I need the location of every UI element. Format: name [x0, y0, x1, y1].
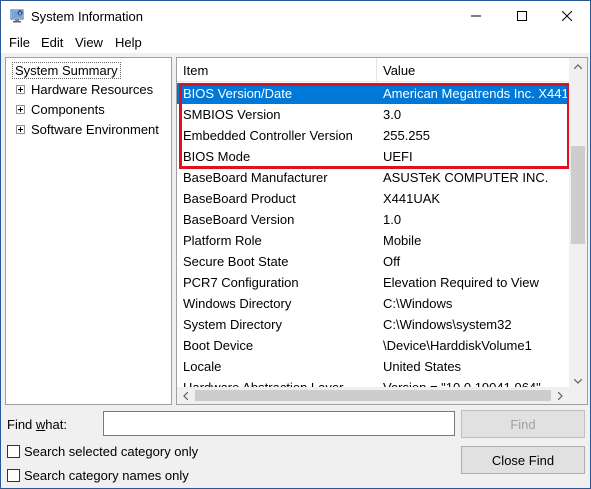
- table-row[interactable]: Embedded Controller Version 255.255: [177, 125, 569, 146]
- search-category-names-option[interactable]: Search category names only: [7, 468, 189, 483]
- row-value-cell: \Device\HarddiskVolume1: [383, 338, 532, 353]
- vertical-scroll-thumb[interactable]: [571, 146, 585, 244]
- row-value-cell: Mobile: [383, 233, 422, 248]
- chevron-left-icon: [183, 391, 188, 400]
- find-label-suffix: hat:: [45, 417, 67, 432]
- row-item-cell: BaseBoard Manufacturer: [183, 170, 328, 185]
- expand-icon[interactable]: [16, 105, 25, 114]
- table-row[interactable]: BIOS Version/Date American Megatrends Inc…: [177, 83, 569, 104]
- close-find-button[interactable]: Close Find: [461, 446, 585, 474]
- row-item-cell: BIOS Version/Date: [183, 86, 293, 101]
- table-row[interactable]: Locale United States: [177, 356, 569, 377]
- column-header-item[interactable]: Item: [177, 58, 377, 82]
- row-item-cell: Platform Role: [183, 233, 262, 248]
- title-bar[interactable]: System Information: [1, 1, 590, 31]
- close-button[interactable]: [544, 1, 590, 31]
- menu-bar: File Edit View Help: [1, 31, 590, 53]
- row-item-cell: BIOS Mode: [183, 149, 251, 164]
- find-label-prefix: Find: [7, 417, 36, 432]
- table-row[interactable]: BaseBoard Product X441UAK: [177, 188, 569, 209]
- table-row[interactable]: Boot Device \Device\HarddiskVolume1: [177, 335, 569, 356]
- row-value-cell: 1.0: [383, 212, 402, 227]
- search-names-label: Search category names only: [24, 468, 189, 483]
- find-label-accesskey: w: [35, 417, 46, 432]
- vertical-scrollbar[interactable]: [569, 58, 587, 390]
- row-value-cell: United States: [383, 359, 462, 374]
- expand-icon[interactable]: [16, 85, 25, 94]
- tree-item-label: Software Environment: [31, 122, 159, 137]
- tree-item-label: Hardware Resources: [31, 82, 154, 97]
- list-rows: BIOS Version/Date American Megatrends Inc…: [177, 83, 569, 391]
- maximize-icon: [517, 11, 527, 21]
- search-selected-category-option[interactable]: Search selected category only: [7, 444, 198, 459]
- tree-item-components[interactable]: Components: [16, 102, 105, 117]
- details-list[interactable]: Item Value BIOS Version/Date American Meg…: [176, 57, 588, 405]
- chevron-right-icon: [558, 391, 563, 400]
- row-value-cell: X441UAK: [383, 191, 441, 206]
- row-value-cell: Elevation Required to View: [383, 275, 539, 290]
- table-row[interactable]: BIOS Mode UEFI: [177, 146, 569, 167]
- chevron-down-icon: [574, 379, 582, 384]
- table-row[interactable]: BaseBoard Version 1.0: [177, 209, 569, 230]
- row-value-cell: C:\Windows\system32: [383, 317, 512, 332]
- minimize-button[interactable]: [453, 1, 499, 31]
- row-value-cell: 3.0: [383, 107, 402, 122]
- row-value-cell: UEFI: [383, 149, 413, 164]
- chevron-up-icon: [574, 64, 582, 69]
- row-item-cell: SMBIOS Version: [183, 107, 281, 122]
- tree-item-hardware-resources[interactable]: Hardware Resources: [16, 82, 153, 97]
- row-value-cell: 255.255: [383, 128, 430, 143]
- table-row[interactable]: System Directory C:\Windows\system32: [177, 314, 569, 335]
- system-information-window: System Information File Edit View Help S…: [0, 0, 591, 489]
- row-item-cell: Boot Device: [183, 338, 254, 353]
- column-header-value[interactable]: Value: [377, 58, 569, 82]
- maximize-button[interactable]: [499, 1, 545, 31]
- row-item-cell: BaseBoard Product: [183, 191, 296, 206]
- menu-view[interactable]: View: [75, 35, 103, 50]
- find-what-label: Find what:: [7, 417, 67, 432]
- row-item-cell: Embedded Controller Version: [183, 128, 353, 143]
- find-button[interactable]: Find: [461, 410, 585, 438]
- scrollbar-corner: [569, 387, 587, 404]
- search-names-checkbox[interactable]: [7, 469, 20, 482]
- expand-icon[interactable]: [16, 125, 25, 134]
- tree-item-label: Components: [31, 102, 105, 117]
- table-row[interactable]: Windows Directory C:\Windows: [177, 293, 569, 314]
- menu-edit[interactable]: Edit: [41, 35, 63, 50]
- row-value-cell: ASUSTeK COMPUTER INC.: [383, 170, 549, 185]
- table-row[interactable]: Secure Boot State Off: [177, 251, 569, 272]
- tree-item-software-environment[interactable]: Software Environment: [16, 122, 159, 137]
- system-information-icon: [10, 9, 24, 23]
- row-item-cell: PCR7 Configuration: [183, 275, 299, 290]
- row-item-cell: Windows Directory: [183, 296, 292, 311]
- table-row[interactable]: PCR7 Configuration Elevation Required to …: [177, 272, 569, 293]
- row-item-cell: BaseBoard Version: [183, 212, 295, 227]
- row-value-cell: Off: [383, 254, 401, 269]
- window-title: System Information: [31, 9, 143, 24]
- scroll-up-button[interactable]: [569, 58, 587, 75]
- menu-help[interactable]: Help: [115, 35, 142, 50]
- row-item-cell: System Directory: [183, 317, 282, 332]
- row-value-cell: C:\Windows: [383, 296, 453, 311]
- row-value-cell: American Megatrends Inc. X441: [383, 86, 569, 101]
- scroll-left-button[interactable]: [177, 387, 194, 404]
- tree-item-system-summary[interactable]: System Summary: [12, 62, 121, 79]
- close-icon: [562, 11, 572, 21]
- row-item-cell: Secure Boot State: [183, 254, 289, 269]
- minimize-icon: [471, 15, 481, 17]
- table-row[interactable]: BaseBoard Manufacturer ASUSTeK COMPUTER I…: [177, 167, 569, 188]
- row-item-cell: Locale: [183, 359, 222, 374]
- search-selected-label: Search selected category only: [24, 444, 199, 459]
- find-what-input[interactable]: [103, 411, 455, 436]
- horizontal-scrollbar[interactable]: [177, 387, 569, 404]
- horizontal-scroll-thumb[interactable]: [195, 390, 551, 401]
- category-tree[interactable]: System Summary Hardware Resources Compon…: [5, 57, 172, 405]
- scroll-right-button[interactable]: [552, 387, 569, 404]
- menu-file[interactable]: File: [9, 35, 30, 50]
- table-row[interactable]: Platform Role Mobile: [177, 230, 569, 251]
- search-selected-checkbox[interactable]: [7, 445, 20, 458]
- table-row[interactable]: SMBIOS Version 3.0: [177, 104, 569, 125]
